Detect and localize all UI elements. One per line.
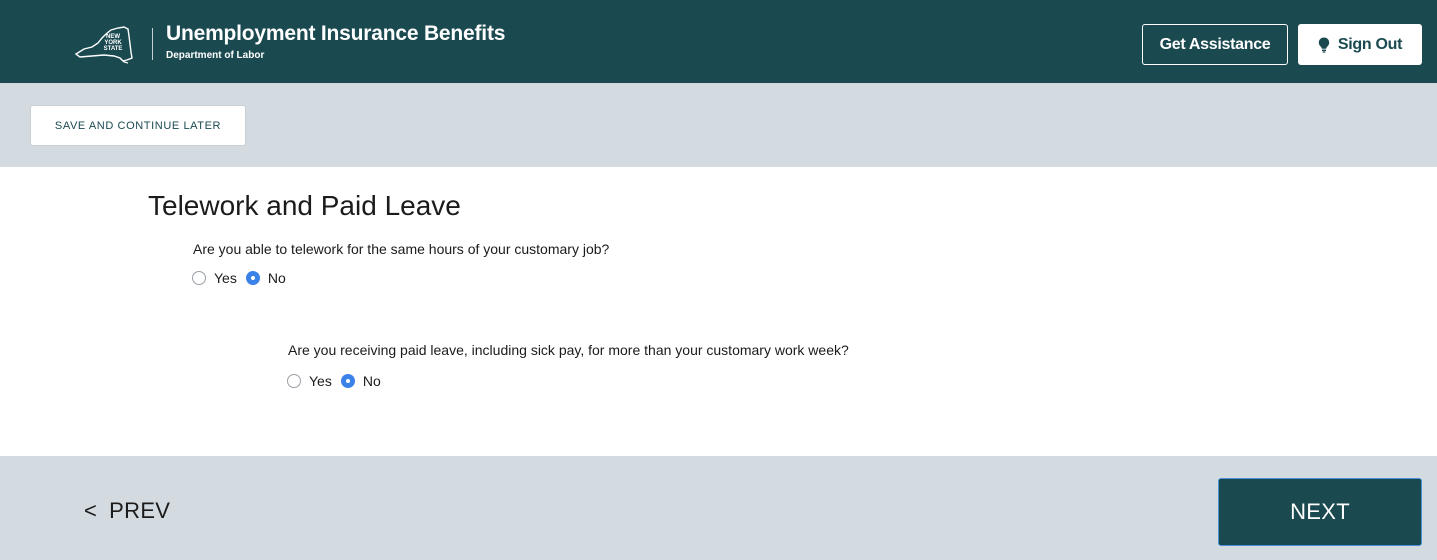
logo-word-new: NEW YORK STATE — [104, 34, 123, 52]
top-header: NEW YORK STATE Unemployment Insurance Bene… — [0, 0, 1437, 83]
telework-no-option[interactable]: No — [245, 269, 286, 287]
next-label: NEXT — [1290, 499, 1350, 524]
paid-leave-no-label: No — [362, 373, 381, 389]
footer-nav: < PREV NEXT — [0, 456, 1437, 560]
lightbulb-icon — [1318, 37, 1330, 53]
get-assistance-label: Get Assistance — [1159, 35, 1271, 53]
nys-logo[interactable]: NEW YORK STATE — [74, 24, 136, 64]
save-button-label: SAVE AND CONTINUE LATER — [54, 119, 222, 132]
paid-leave-yes-option[interactable]: Yes — [287, 372, 332, 390]
chevron-left-icon: < — [84, 498, 98, 523]
paid-leave-yes-label: Yes — [309, 373, 332, 389]
telework-no-radio[interactable] — [245, 271, 260, 285]
telework-radio-group: Yes No — [192, 268, 295, 288]
telework-yes-option[interactable]: Yes — [192, 269, 237, 287]
sign-out-button[interactable]: Sign Out — [1298, 24, 1422, 65]
paid-leave-yes-radio[interactable] — [287, 374, 301, 388]
paid-leave-question: Are you receiving paid leave, including … — [288, 342, 849, 358]
save-and-continue-later-button[interactable]: SAVE AND CONTINUE LATER — [30, 105, 246, 146]
paid-leave-radio-group: Yes No — [287, 371, 390, 391]
prev-label: PREV — [109, 498, 171, 523]
prev-button[interactable]: < PREV — [84, 496, 170, 526]
app-title: Unemployment Insurance Benefits — [166, 22, 506, 45]
telework-yes-label: Yes — [214, 270, 237, 286]
nys-map-icon: NEW YORK STATE — [74, 26, 133, 64]
get-assistance-button[interactable]: Get Assistance — [1142, 24, 1288, 65]
telework-question: Are you able to telework for the same ho… — [193, 241, 610, 257]
paid-leave-no-radio[interactable] — [340, 374, 355, 388]
save-toolbar: SAVE AND CONTINUE LATER — [0, 83, 1437, 167]
next-button[interactable]: NEXT — [1218, 478, 1422, 546]
page: NEW YORK STATE Unemployment Insurance Bene… — [0, 0, 1437, 560]
app-subtitle: Department of Labor — [166, 50, 265, 61]
paid-leave-no-option[interactable]: No — [340, 372, 381, 390]
section-title: Telework and Paid Leave — [148, 190, 461, 221]
telework-no-label: No — [267, 270, 286, 286]
telework-yes-radio[interactable] — [192, 271, 206, 285]
sign-out-label: Sign Out — [1337, 35, 1403, 53]
header-divider — [152, 28, 153, 60]
